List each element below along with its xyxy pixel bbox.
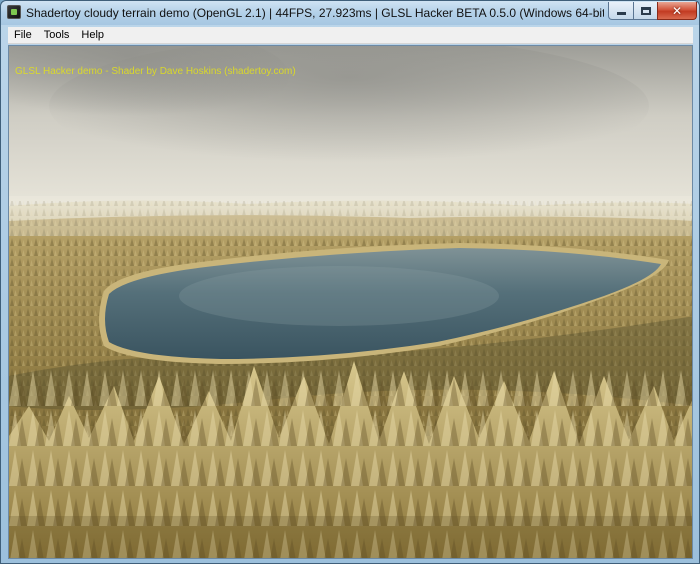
menu-help[interactable]: Help	[75, 27, 110, 44]
close-button[interactable]: ✕	[657, 2, 697, 20]
app-window: Shadertoy cloudy terrain demo (OpenGL 2.…	[0, 0, 700, 564]
viewport-overlay-text: GLSL Hacker demo - Shader by Dave Hoskin…	[15, 66, 296, 77]
minimize-icon	[616, 12, 626, 15]
menu-tools[interactable]: Tools	[38, 27, 76, 44]
maximize-button[interactable]	[633, 2, 658, 20]
render-viewport[interactable]: GLSL Hacker demo - Shader by Dave Hoskin…	[8, 45, 693, 559]
menu-bar: File Tools Help	[8, 27, 693, 44]
close-icon: ✕	[671, 3, 683, 18]
window-title: Shadertoy cloudy terrain demo (OpenGL 2.…	[26, 6, 604, 20]
app-icon[interactable]	[7, 5, 21, 19]
menu-file[interactable]: File	[8, 27, 38, 44]
minimize-button[interactable]	[608, 2, 634, 20]
title-bar[interactable]: Shadertoy cloudy terrain demo (OpenGL 2.…	[1, 1, 699, 25]
maximize-icon	[640, 6, 651, 15]
terrain-scene	[9, 46, 692, 558]
